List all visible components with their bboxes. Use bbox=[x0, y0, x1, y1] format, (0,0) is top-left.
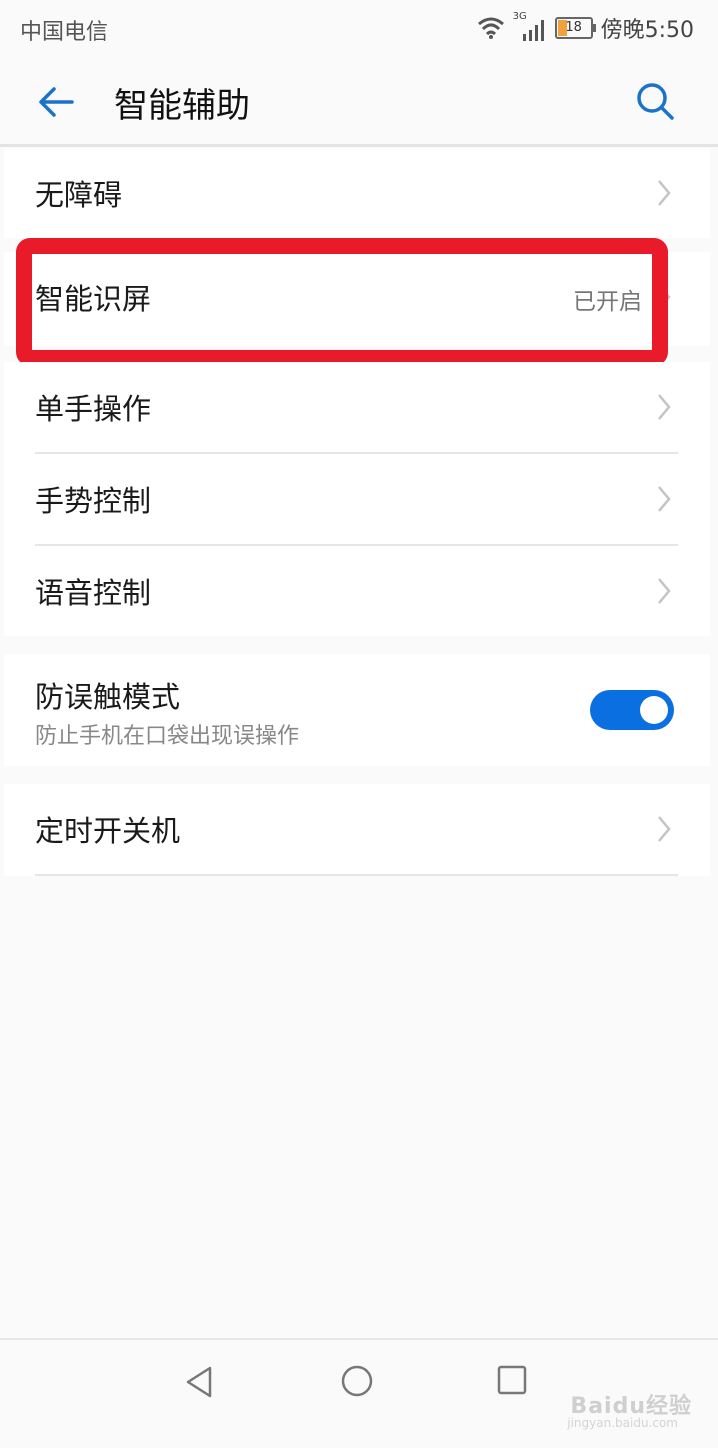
item-label: 手势控制 bbox=[35, 484, 152, 518]
screen: 中国电信 3G 18 傍晚5:50 智能辅助 无障碍 智能识屏 已开启 单手操作… bbox=[0, 0, 718, 1448]
circle-home-icon[interactable] bbox=[340, 1364, 374, 1398]
chevron-right-icon bbox=[658, 486, 671, 512]
status-icons: 3G 18 傍晚5:50 bbox=[477, 11, 694, 44]
item-label: 定时开关机 bbox=[35, 814, 181, 848]
toggle-knob bbox=[640, 696, 668, 724]
settings-group-accessibility: 无障碍 bbox=[4, 148, 710, 238]
clock: 傍晚5:50 bbox=[600, 18, 694, 43]
search-icon[interactable] bbox=[634, 80, 676, 122]
list-item-scheduled-power[interactable]: 定时开关机 bbox=[4, 784, 710, 876]
wifi-icon bbox=[477, 17, 504, 39]
list-item-gestures[interactable]: 手势控制 bbox=[4, 454, 710, 546]
page-title: 智能辅助 bbox=[114, 86, 250, 126]
item-label: 语音控制 bbox=[35, 576, 152, 610]
list-item-voice[interactable]: 语音控制 bbox=[4, 546, 710, 638]
watermark-url: jingyan.baidu.com bbox=[567, 1416, 678, 1430]
signal-icon: 3G bbox=[513, 11, 547, 41]
list-item-one-hand[interactable]: 单手操作 bbox=[4, 362, 710, 454]
highlight-box bbox=[16, 238, 668, 366]
settings-group-pocket-mode: 防误触模式 防止手机在口袋出现误操作 bbox=[4, 654, 710, 766]
item-label: 防误触模式 bbox=[35, 680, 181, 714]
item-description: 防止手机在口袋出现误操作 bbox=[35, 724, 300, 749]
item-label: 单手操作 bbox=[35, 392, 152, 426]
list-item-pocket-mode[interactable]: 防误触模式 防止手机在口袋出现误操作 bbox=[4, 654, 710, 766]
app-bar: 智能辅助 bbox=[0, 58, 718, 147]
divider bbox=[35, 874, 678, 876]
square-recent-icon[interactable] bbox=[496, 1364, 528, 1396]
navigation-bar: Baidu经验 jingyan.baidu.com bbox=[0, 1338, 718, 1448]
battery-icon: 18 bbox=[554, 17, 596, 39]
chevron-right-icon bbox=[658, 816, 671, 842]
settings-group-scheduled-power: 定时开关机 bbox=[4, 784, 710, 876]
chevron-right-icon bbox=[658, 578, 671, 604]
settings-group-controls: 单手操作 手势控制 语音控制 bbox=[4, 362, 710, 636]
arrow-left-icon[interactable] bbox=[34, 80, 78, 124]
item-label: 无障碍 bbox=[35, 178, 123, 212]
carrier-label: 中国电信 bbox=[20, 20, 109, 45]
chevron-right-icon bbox=[658, 180, 671, 206]
pocket-mode-toggle[interactable] bbox=[590, 690, 674, 730]
battery-level: 18 bbox=[565, 20, 582, 35]
triangle-back-icon[interactable] bbox=[182, 1364, 216, 1400]
list-item-accessibility[interactable]: 无障碍 bbox=[4, 148, 710, 240]
chevron-right-icon bbox=[658, 394, 671, 420]
status-bar: 中国电信 3G 18 傍晚5:50 bbox=[0, 0, 718, 58]
